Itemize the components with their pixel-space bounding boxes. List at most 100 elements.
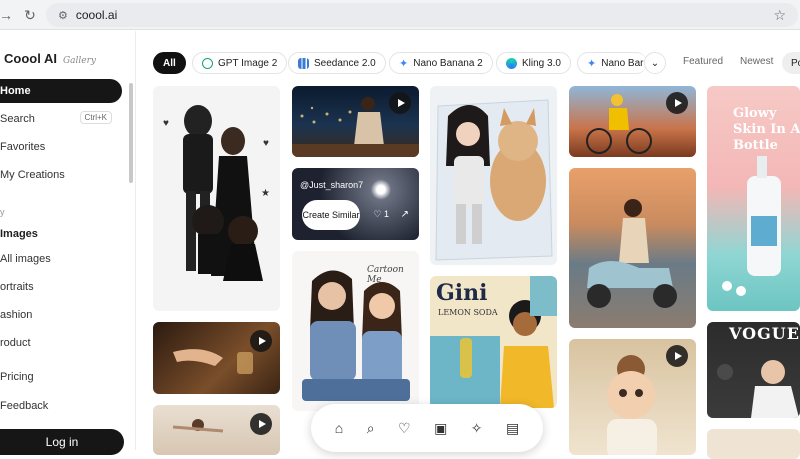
- gallery-card-girl-cat[interactable]: [430, 86, 557, 265]
- sort-newest[interactable]: Newest: [740, 56, 773, 67]
- chip-label: Nano Bar: [601, 57, 644, 69]
- images-section-title: Images: [0, 228, 38, 240]
- chip-all[interactable]: All: [153, 52, 186, 74]
- gini-title: Gini: [436, 280, 488, 306]
- share-icon[interactable]: ↗: [401, 209, 409, 220]
- brand-logo[interactable]: Coool AI Gallery: [4, 51, 96, 66]
- sidebar-item-search[interactable]: Search Ctrl+K: [0, 107, 122, 131]
- forward-icon[interactable]: →: [0, 5, 16, 25]
- openai-icon: [202, 57, 213, 69]
- chip-label: Kling 3.0: [522, 57, 561, 69]
- glowy-skin-title: Glowy Skin In A Bottle: [733, 106, 800, 153]
- sidebar-item-label: Pricing: [0, 371, 34, 383]
- brand-name: Coool AI: [4, 51, 57, 66]
- gallery-card-skincare-ad[interactable]: Glowy Skin In A Bottle: [707, 86, 800, 311]
- chevron-down-icon[interactable]: ⌄: [644, 52, 666, 74]
- gallery-card-dancer[interactable]: [153, 405, 280, 455]
- like-count[interactable]: ♡ 1: [373, 209, 389, 220]
- chip-gpt-image-2[interactable]: GPT Image 2: [192, 52, 288, 74]
- sidebar-item-home[interactable]: Home: [0, 79, 122, 103]
- sparkle-icon[interactable]: ✧: [471, 420, 483, 437]
- model-filter-bar: All GPT Image 2 Seedance 2.0 ✦ Nano Bana…: [150, 50, 800, 76]
- chip-label: All: [163, 57, 176, 69]
- sidebar-item-label: ortraits: [0, 281, 34, 293]
- url-text: coool.ai: [75, 8, 118, 22]
- chip-seedance[interactable]: Seedance 2.0: [288, 52, 386, 74]
- vogue-title: VOGUE: [729, 324, 800, 343]
- site-settings-icon[interactable]: ⚙: [58, 9, 68, 22]
- sidebar-item-label: Home: [0, 85, 31, 97]
- seedance-icon: [298, 57, 309, 69]
- login-button[interactable]: Log in: [0, 429, 124, 455]
- bookmark-star-icon[interactable]: ☆: [773, 7, 786, 24]
- chip-nano-banana-2[interactable]: ✦ Nano Banana 2: [389, 52, 493, 74]
- address-bar[interactable]: ⚙ coool.ai ☆: [46, 3, 798, 27]
- play-icon[interactable]: [250, 413, 272, 435]
- sidebar-item-label: Search: [0, 113, 35, 125]
- search-icon[interactable]: ⌕: [367, 420, 375, 437]
- girl-with-cat-image: [435, 99, 553, 261]
- sidebar-item-fashion[interactable]: ashion: [0, 303, 122, 327]
- svg-text:★: ★: [261, 188, 270, 199]
- chip-label: GPT Image 2: [218, 57, 278, 69]
- sparkle-icon: ✦: [587, 57, 597, 70]
- cartoon-me-caption: Cartoon Me: [367, 265, 404, 285]
- gallery-card-vogue[interactable]: VOGUE: [707, 322, 800, 418]
- gallery-card-perfume-hand[interactable]: [153, 322, 280, 394]
- sort-popular[interactable]: Po: [782, 52, 800, 74]
- play-icon[interactable]: [389, 92, 411, 114]
- sidebar-item-label: Feedback: [0, 400, 49, 412]
- home-icon[interactable]: ⌂: [335, 420, 343, 436]
- scooter-girl-image: [587, 199, 677, 308]
- card-username[interactable]: @Just_sharon7: [300, 180, 363, 190]
- sidebar-item-feedback[interactable]: Feedback: [0, 394, 122, 418]
- sidebar-item-pricing[interactable]: Pricing: [0, 365, 122, 389]
- sidebar: Coool AI Gallery Home Search Ctrl+K Favor…: [0, 31, 136, 455]
- sidebar-item-my-creations[interactable]: My Creations: [0, 163, 122, 187]
- sidebar-item-label: My Creations: [0, 169, 65, 181]
- video-icon[interactable]: ▤: [506, 420, 519, 437]
- reload-icon[interactable]: ↻: [20, 5, 40, 25]
- like-count-value: 1: [383, 209, 389, 219]
- sidebar-item-portraits[interactable]: ortraits: [0, 275, 122, 299]
- lemon-soda-text: LEMON SODA: [438, 308, 498, 317]
- gallery-card-gini-poster[interactable]: Gini LEMON SODA: [430, 276, 557, 408]
- gallery-card-night-restaurant[interactable]: [292, 86, 419, 157]
- svg-text:♥: ♥: [163, 118, 169, 129]
- chip-label: Po: [791, 57, 800, 69]
- chip-kling[interactable]: Kling 3.0: [496, 52, 571, 74]
- sidebar-item-label: ashion: [0, 309, 33, 321]
- gallery-card-kitchen-girl[interactable]: [569, 339, 696, 455]
- chip-label: Seedance 2.0: [314, 57, 376, 69]
- shortcut-badge: Ctrl+K: [79, 111, 112, 124]
- sidebar-item-label: All images: [0, 253, 51, 265]
- sidebar-item-product[interactable]: roduct: [0, 331, 122, 355]
- couple-figures-image: ♥ ♥ ★: [163, 105, 270, 281]
- sidebar-item-favorites[interactable]: Favorites: [0, 135, 122, 159]
- play-icon[interactable]: [250, 330, 272, 352]
- sort-featured[interactable]: Featured: [683, 56, 723, 67]
- kling-icon: [506, 57, 517, 69]
- gallery-card-cartoon-me[interactable]: Cartoon Me: [292, 251, 419, 411]
- heart-icon[interactable]: ♡: [398, 420, 411, 437]
- sidebar-item-all-images[interactable]: All images: [0, 247, 122, 271]
- svg-text:♥: ♥: [263, 138, 269, 149]
- gallery-card-scooter[interactable]: [569, 168, 696, 328]
- chip-label: Nano Banana 2: [413, 57, 483, 69]
- sidebar-scrollbar[interactable]: [129, 83, 133, 183]
- gallery-card-concert[interactable]: @Just_sharon7 Create Similar ♡ 1 ↗: [292, 168, 419, 240]
- bottom-dock: ⌂ ⌕ ♡ ▣ ✧ ▤: [311, 404, 543, 452]
- gallery-card-cyclist[interactable]: [569, 86, 696, 157]
- category-label: y: [0, 207, 5, 217]
- gallery-card-partial[interactable]: [707, 429, 800, 459]
- sidebar-item-label: roduct: [0, 337, 31, 349]
- create-similar-button[interactable]: Create Similar: [302, 200, 360, 230]
- play-icon[interactable]: [666, 345, 688, 367]
- chip-nano-banana[interactable]: ✦ Nano Bar: [577, 52, 647, 74]
- browser-toolbar: → ↻ ⚙ coool.ai ☆: [0, 0, 800, 30]
- sparkle-icon: ✦: [399, 57, 409, 70]
- play-icon[interactable]: [666, 92, 688, 114]
- sidebar-item-label: Favorites: [0, 141, 46, 153]
- gallery-card-couple-toy[interactable]: ♥ ♥ ★: [153, 86, 280, 311]
- gallery-icon[interactable]: ▣: [434, 420, 447, 437]
